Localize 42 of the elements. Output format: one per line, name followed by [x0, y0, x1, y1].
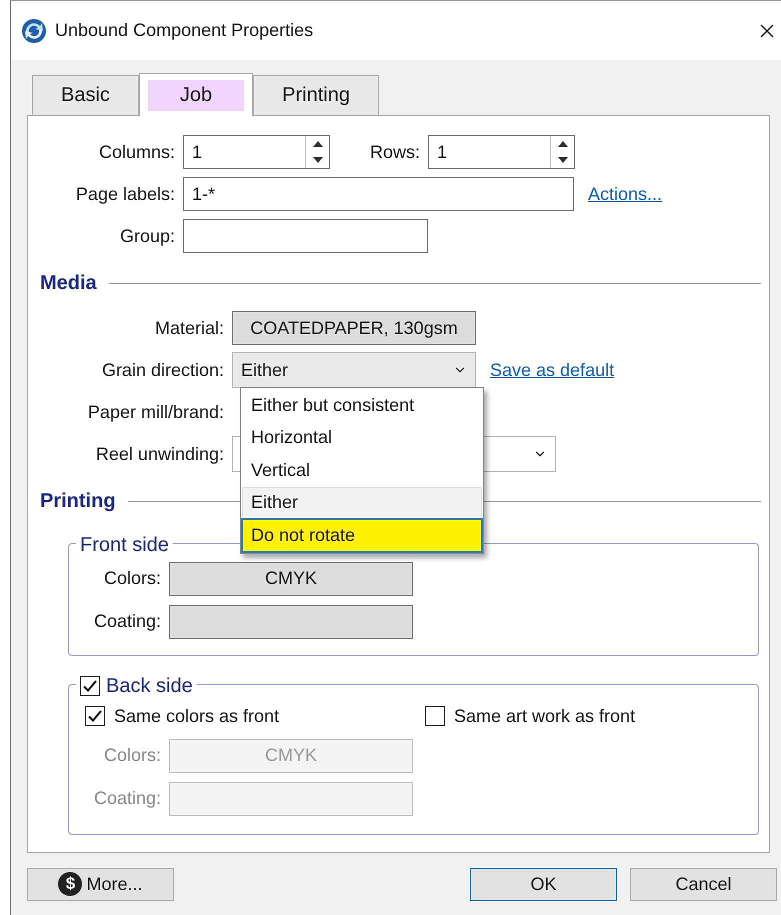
field-label: Rows:	[368, 142, 420, 162]
checkbox-label: Same art work as front	[454, 706, 636, 726]
window-title: Unbound Component Properties	[55, 20, 314, 41]
dialog-button[interactable]: OK	[470, 868, 617, 900]
dollar-coin-icon: $	[58, 872, 82, 896]
dropdown-option[interactable]: Either	[242, 486, 482, 519]
section-heading: Printing	[40, 490, 116, 512]
field-label: Colors:	[102, 568, 161, 589]
section-heading: Media	[40, 272, 97, 294]
field-label: Colors:	[102, 745, 161, 766]
checkbox[interactable]	[425, 706, 445, 726]
input-field[interactable]: 1-*	[183, 177, 574, 211]
field-label: Reel unwinding:	[94, 444, 224, 464]
field-label: Columns:	[98, 142, 175, 162]
app-logo-icon	[21, 18, 47, 44]
dropdown-option[interactable]: Do not rotate	[242, 519, 482, 552]
save-default-link[interactable]: Save as default	[490, 360, 614, 380]
number-spinner[interactable]: 1	[183, 135, 330, 169]
field-label: Coating:	[92, 788, 161, 809]
group-title: Back side	[106, 674, 193, 698]
field-label: Material:	[154, 318, 224, 338]
group-title: Front side	[80, 534, 169, 556]
tab[interactable]: Basic	[32, 75, 139, 115]
dialog-button[interactable]: $ More...	[27, 868, 174, 900]
field-label: Grain direction:	[100, 360, 224, 380]
field-label: Coating:	[92, 611, 161, 632]
number-spinner[interactable]: 1	[428, 135, 575, 169]
field-label: Group:	[118, 226, 175, 246]
coating-button[interactable]	[169, 604, 413, 638]
checkbox[interactable]	[85, 706, 105, 726]
field-label: Page labels:	[74, 184, 175, 204]
actions-link[interactable]: Actions...	[588, 184, 662, 204]
tab[interactable]: Job	[138, 73, 254, 116]
input-field[interactable]	[183, 219, 428, 253]
dialog-button[interactable]: Cancel	[630, 868, 777, 900]
material-button[interactable]: COATEDPAPER, 130gsm	[232, 311, 476, 345]
checkbox-label: Same colors as front	[114, 706, 280, 726]
tab[interactable]: Printing	[253, 75, 379, 115]
checkbox[interactable]	[80, 676, 100, 696]
field-label: Paper mill/brand:	[86, 402, 224, 422]
colors-button[interactable]: CMYK	[169, 562, 413, 596]
dropdown[interactable]: Either	[232, 352, 476, 388]
